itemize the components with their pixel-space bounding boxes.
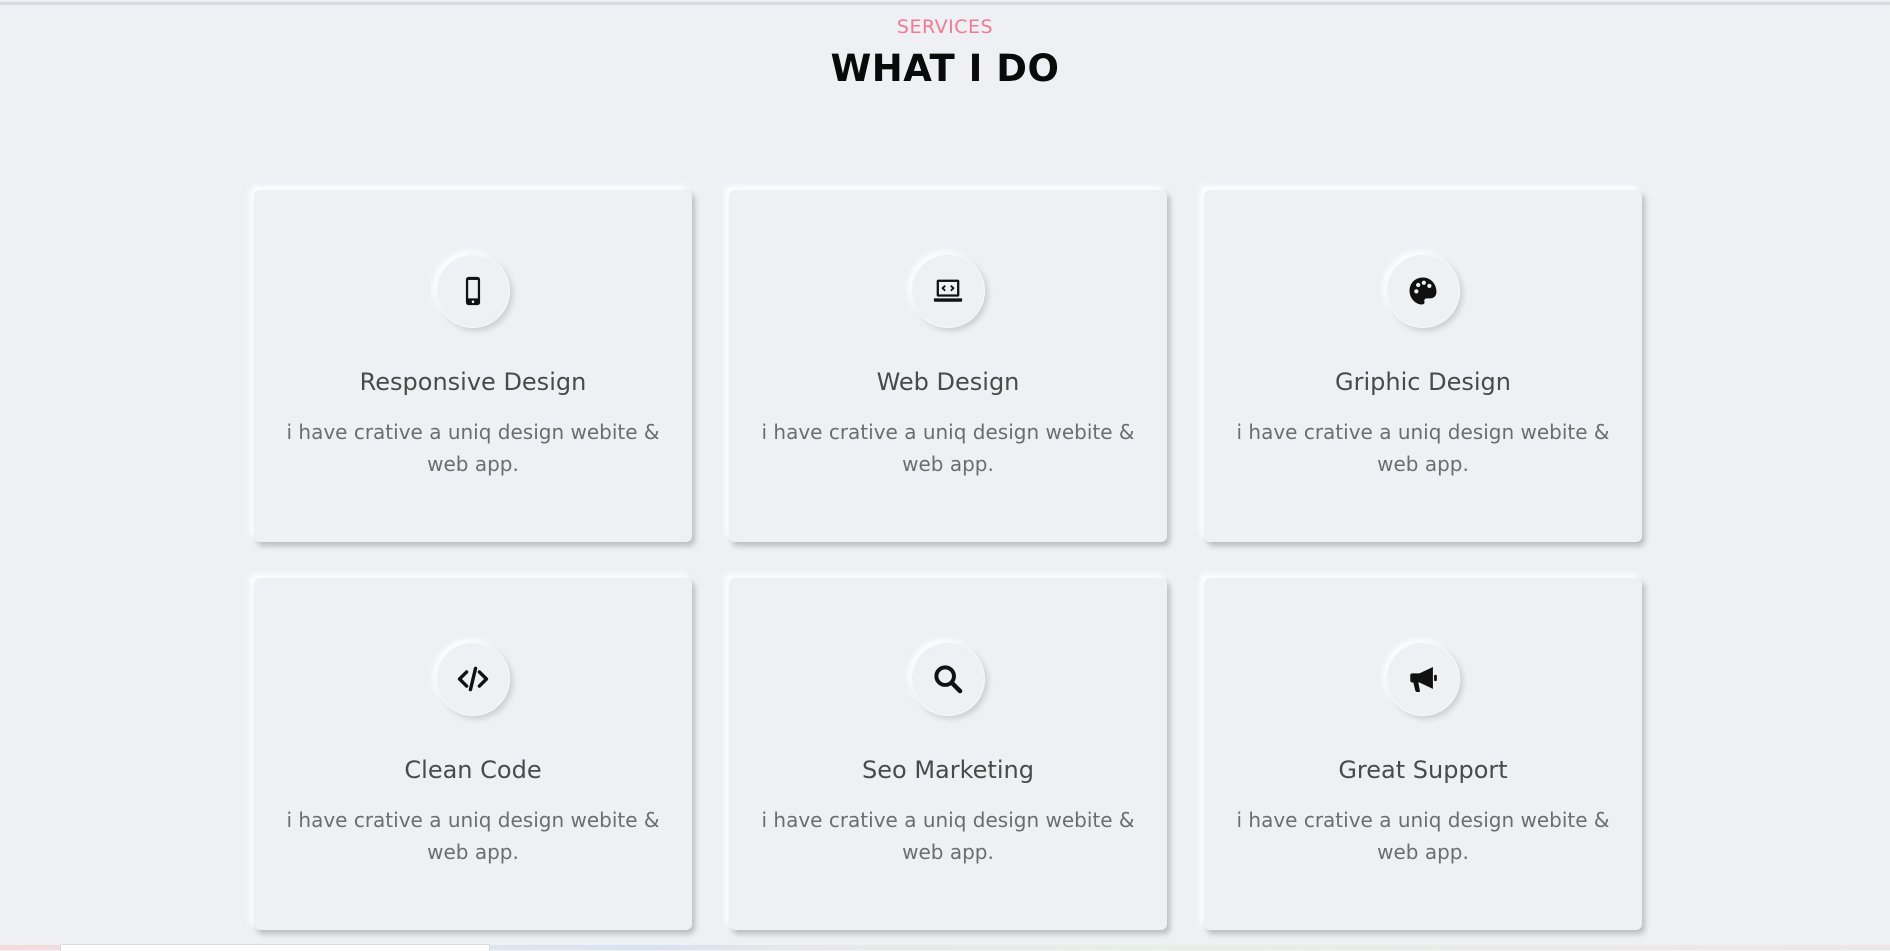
services-grid: Responsive Design i have crative a uniq … (254, 190, 1644, 930)
palette-icon (1386, 254, 1460, 328)
code-icon-svg (457, 666, 489, 692)
mobile-phone-icon (436, 254, 510, 328)
megaphone-icon-svg (1410, 666, 1437, 693)
service-description: i have crative a uniq design webite & we… (1236, 420, 1610, 476)
service-card-great-support[interactable]: Great Support i have crative a uniq desi… (1204, 578, 1642, 930)
code-icon (436, 642, 510, 716)
laptop-code-icon-svg (933, 279, 963, 302)
service-title: Responsive Design (359, 368, 587, 396)
service-description: i have crative a uniq design webite & we… (286, 420, 660, 476)
palette-icon-svg (1409, 277, 1437, 305)
mobile-phone-icon-svg (465, 276, 481, 306)
service-description: i have crative a uniq design webite & we… (286, 808, 660, 864)
service-card-clean-code[interactable]: Clean Code i have crative a uniq design … (254, 578, 692, 930)
service-description: i have crative a uniq design webite & we… (761, 808, 1135, 864)
service-description: i have crative a uniq design webite & we… (761, 420, 1135, 476)
service-title: Great Support (1338, 756, 1508, 784)
megaphone-icon (1386, 642, 1460, 716)
section-title: WHAT I DO (830, 47, 1060, 90)
search-icon (911, 642, 985, 716)
service-title: Web Design (876, 368, 1020, 396)
service-description: i have crative a uniq design webite & we… (1236, 808, 1610, 864)
service-title: Seo Marketing (862, 756, 1034, 784)
service-card-web-design[interactable]: Web Design i have crative a uniq design … (729, 190, 1167, 542)
services-section: SERVICES WHAT I DO Responsive Design i h… (0, 0, 1890, 950)
section-eyebrow: SERVICES (896, 16, 994, 38)
search-icon-svg (934, 665, 963, 694)
service-title: Clean Code (404, 756, 542, 784)
laptop-code-icon (911, 254, 985, 328)
service-card-graphic-design[interactable]: Griphic Design i have crative a uniq des… (1204, 190, 1642, 542)
service-title: Griphic Design (1335, 368, 1511, 396)
service-card-seo-marketing[interactable]: Seo Marketing i have crative a uniq desi… (729, 578, 1167, 930)
service-card-responsive-design[interactable]: Responsive Design i have crative a uniq … (254, 190, 692, 542)
